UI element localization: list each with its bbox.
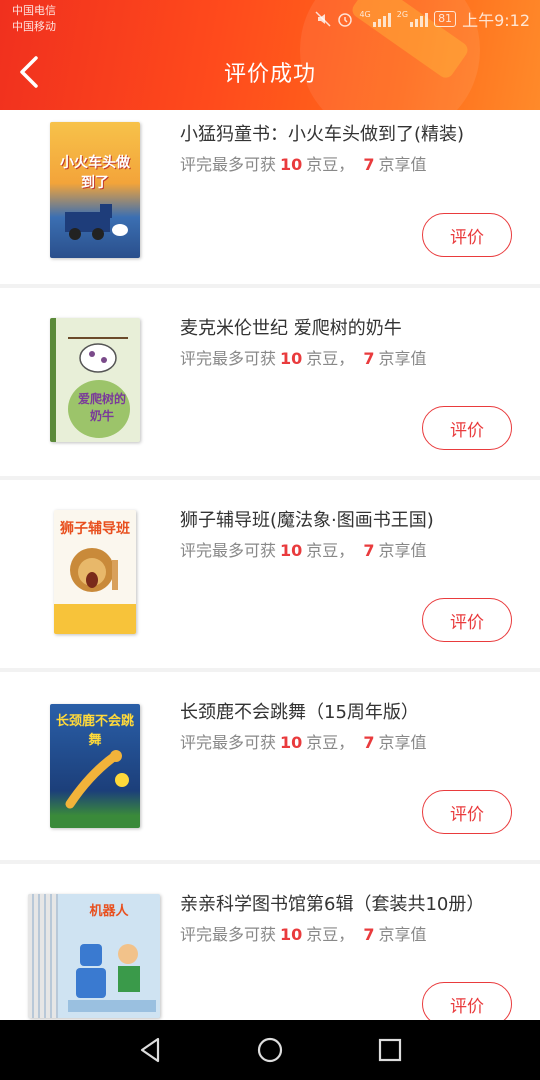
- points-count: 7: [363, 155, 375, 174]
- train-book-cover[interactable]: 小火车头做到了: [50, 122, 140, 258]
- review-button[interactable]: 评价: [422, 598, 512, 642]
- header: 中国电信 中国移动 4G 2G 81 上午9:12 评价成功: [0, 0, 540, 110]
- status-bar: 中国电信 中国移动 4G 2G 81 上午9:12: [0, 0, 540, 38]
- beans-count: 10: [280, 541, 303, 560]
- beans-count: 10: [280, 349, 303, 368]
- carrier-1: 中国电信: [12, 4, 56, 17]
- back-triangle-icon[interactable]: [134, 1034, 166, 1066]
- reward-info: 评完最多可获 10 京豆， 7 京享值: [180, 733, 427, 752]
- product-name[interactable]: 小猛犸童书：小火车头做到了(精装): [180, 120, 464, 146]
- beans-count: 10: [280, 925, 303, 944]
- giraffe-illustration: [65, 750, 129, 809]
- nav-bar: 评价成功: [0, 40, 540, 108]
- signal-1-icon: 4G: [359, 11, 391, 27]
- home-circle-icon[interactable]: [254, 1034, 286, 1066]
- review-button[interactable]: 评价: [422, 213, 512, 257]
- points-count: 7: [363, 349, 375, 368]
- system-nav-bar: [0, 1020, 540, 1080]
- product-card: 长颈鹿不会跳舞 长颈鹿不会跳舞（15周年版） 评完最多可获 10 京豆， 7 京享值 …: [0, 672, 540, 860]
- product-name[interactable]: 麦克米伦世纪 爱爬树的奶牛: [180, 314, 402, 340]
- train-illustration: [65, 204, 128, 240]
- battery-icon: 81: [434, 11, 457, 27]
- signal-2-icon: 2G: [397, 11, 429, 27]
- recents-square-icon[interactable]: [374, 1034, 406, 1066]
- mute-icon: [315, 11, 331, 27]
- product-card: 机器人 亲亲科学图书馆第6辑（套装共10册） 评完最多可获 10 京豆， 7 京享值 …: [0, 864, 540, 1024]
- review-button[interactable]: 评价: [422, 982, 512, 1024]
- beans-count: 10: [280, 733, 303, 752]
- alarm-icon: [338, 13, 353, 27]
- points-count: 7: [363, 541, 375, 560]
- robot-book-cover[interactable]: 机器人: [28, 894, 160, 1018]
- product-card: 狮子辅导班 狮子辅导班(魔法象·图画书王国) 评完最多可获 10 京豆， 7 京享值 …: [0, 480, 540, 668]
- giraffe-book-cover[interactable]: 长颈鹿不会跳舞: [50, 704, 140, 828]
- cow-illustration: [68, 337, 128, 373]
- status-icons: 4G 2G 81 上午9:12: [315, 8, 530, 30]
- reward-info: 评完最多可获 10 京豆， 7 京享值: [180, 925, 427, 944]
- reward-info: 评完最多可获 10 京豆， 7 京享值: [180, 541, 427, 560]
- carrier-info: 中国电信 中国移动: [12, 3, 56, 35]
- page-title: 评价成功: [223, 62, 316, 87]
- reward-info: 评完最多可获 10 京豆， 7 京享值: [180, 155, 427, 174]
- beans-count: 10: [280, 155, 303, 174]
- product-card: 爱爬树的奶牛 麦克米伦世纪 爱爬树的奶牛 评完最多可获 10 京豆， 7 京享值 评价: [0, 288, 540, 476]
- points-count: 7: [363, 925, 375, 944]
- product-name[interactable]: 狮子辅导班(魔法象·图画书王国): [180, 506, 434, 532]
- robot-illustration: [68, 944, 156, 1012]
- lion-illustration: [70, 548, 118, 592]
- reward-info: 评完最多可获 10 京豆， 7 京享值: [180, 349, 427, 368]
- cow-book-cover[interactable]: 爱爬树的奶牛: [50, 318, 140, 442]
- product-card: 小火车头做到了 小猛犸童书：小火车头做到了(精装) 评完最多可获 10 京豆， 7京…: [0, 110, 540, 284]
- points-count: 7: [363, 733, 375, 752]
- lion-book-cover[interactable]: 狮子辅导班: [54, 510, 136, 634]
- review-button[interactable]: 评价: [422, 790, 512, 834]
- product-name[interactable]: 长颈鹿不会跳舞（15周年版）: [180, 698, 419, 724]
- clock: 上午9:12: [462, 11, 530, 30]
- product-name[interactable]: 亲亲科学图书馆第6辑（套装共10册）: [180, 890, 484, 916]
- carrier-2: 中国移动: [12, 20, 56, 33]
- review-button[interactable]: 评价: [422, 406, 512, 450]
